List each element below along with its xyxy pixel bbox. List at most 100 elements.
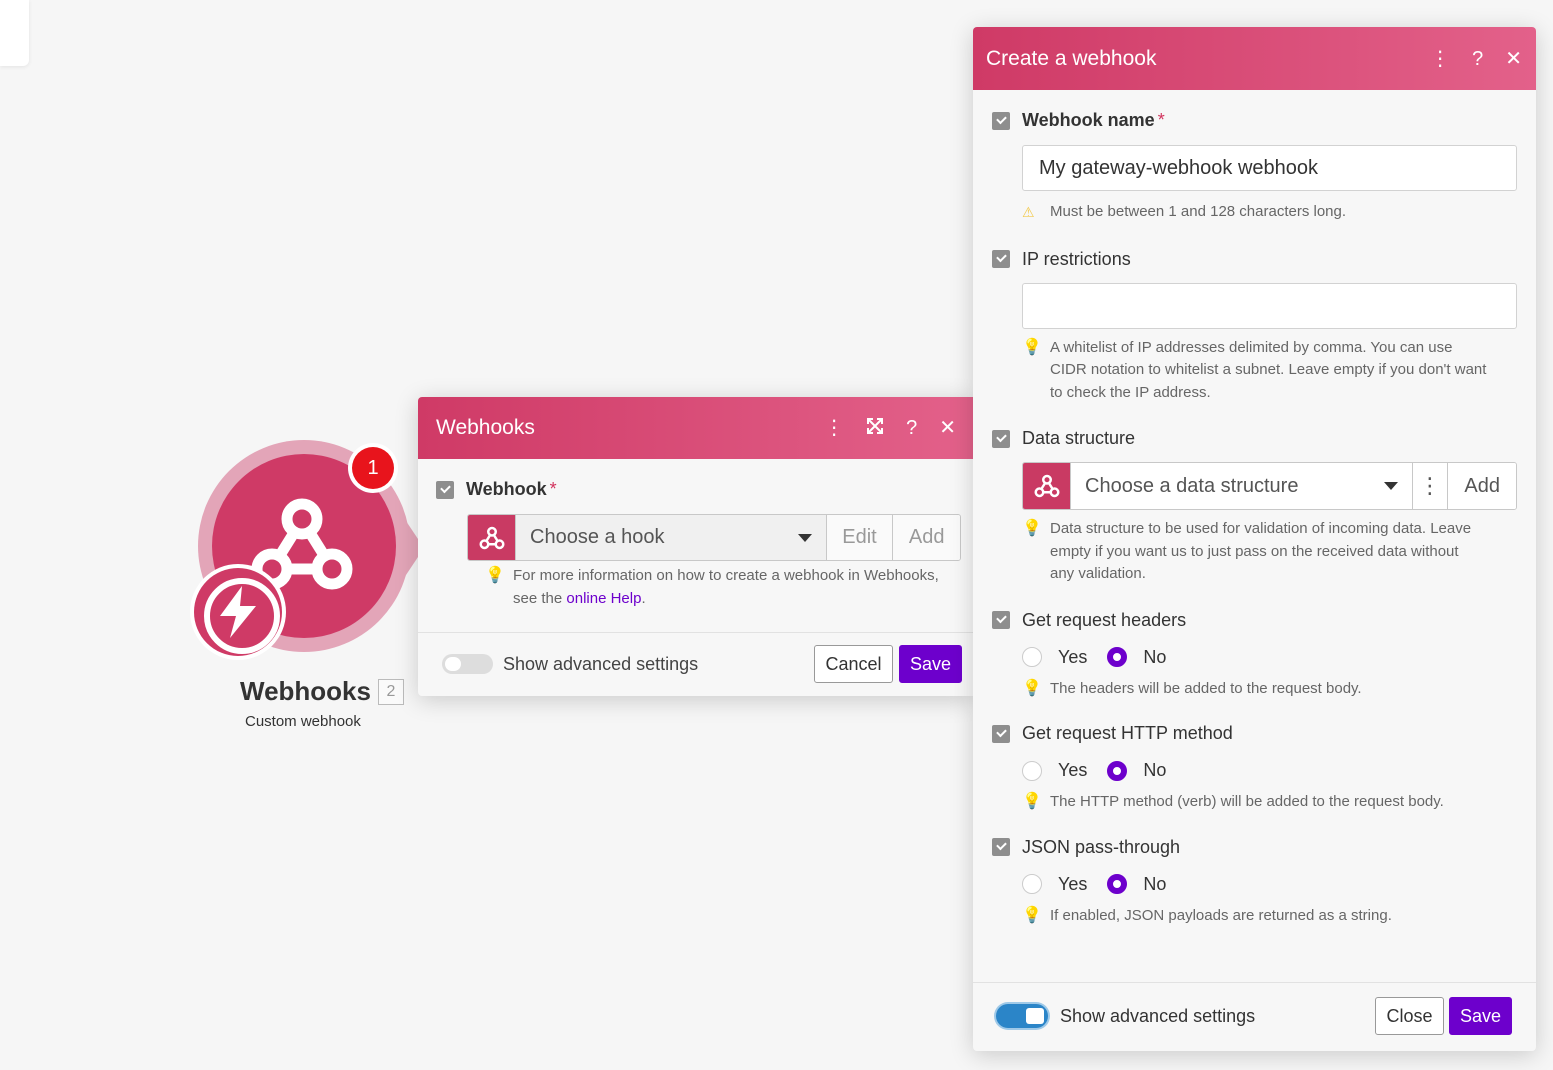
hook-select[interactable]: Choose a hook: [515, 515, 826, 560]
ip-restrictions-label: IP restrictions: [992, 249, 1517, 270]
help-text-line-1: For more information on how to create a …: [513, 567, 939, 584]
more-options-icon[interactable]: ⋮: [1430, 49, 1450, 69]
field-toggle-checkbox[interactable]: [992, 724, 1010, 743]
request-headers-hint: 💡 The headers will be added to the reque…: [1022, 678, 1517, 701]
ds-hint-line-2: empty if you want us to just pass on the…: [1050, 542, 1459, 560]
panel-header: Webhooks ⋮ ? ✕: [418, 397, 974, 459]
data-structure-select-group: Choose a data structure ⋮ Add: [1022, 462, 1517, 510]
data-structure-label: Data structure: [992, 428, 1517, 449]
field-toggle-checkbox[interactable]: [992, 429, 1010, 448]
canvas-corner-card: [0, 0, 29, 66]
required-marker: *: [549, 479, 557, 499]
request-headers-radio-group: Yes No: [1022, 647, 1517, 668]
request-method-radio-group: Yes No: [1022, 760, 1517, 781]
request-method-label-text: Get request HTTP method: [1022, 723, 1233, 743]
request-method-label: Get request HTTP method: [992, 723, 1517, 744]
module-subtitle: Custom webhook: [245, 713, 361, 730]
close-button[interactable]: Close: [1375, 997, 1444, 1035]
save-button[interactable]: Save: [1449, 997, 1512, 1035]
ip-hint-line-2: CIDR notation to whitelist a subnet. Lea…: [1050, 361, 1487, 378]
expand-icon[interactable]: [866, 417, 884, 439]
close-icon[interactable]: ✕: [939, 418, 956, 438]
webhook-icon: [468, 515, 515, 560]
edit-hook-button[interactable]: Edit: [825, 515, 893, 560]
yes-label: Yes: [1058, 646, 1088, 667]
lightbulb-icon: 💡: [1022, 906, 1042, 924]
request-headers-hint-text: The headers will be added to the request…: [1050, 679, 1362, 697]
webhooks-module[interactable]: 1 Webhooks 2 Custom webhook: [190, 438, 424, 738]
advanced-settings-toggle[interactable]: [996, 1004, 1048, 1028]
cancel-button[interactable]: Cancel: [814, 645, 893, 683]
yes-label: Yes: [1058, 873, 1088, 894]
webhook-help-hint: 💡 For more information on how to create …: [485, 565, 956, 610]
json-passthrough-hint-text: If enabled, JSON payloads are returned a…: [1050, 906, 1392, 924]
request-method-hint-text: The HTTP method (verb) will be added to …: [1050, 793, 1444, 810]
json-passthrough-label: JSON pass-through: [992, 837, 1517, 858]
lightbulb-icon: 💡: [1022, 793, 1042, 810]
panel-title: Create a webhook: [986, 46, 1157, 70]
lightbulb-icon: 💡: [1022, 338, 1042, 356]
advanced-settings-toggle[interactable]: [442, 654, 493, 674]
webhook-name-label-text: Webhook name: [1022, 110, 1155, 130]
field-toggle-checkbox[interactable]: [992, 250, 1010, 268]
request-method-yes-radio[interactable]: [1022, 760, 1042, 781]
webhook-name-hint: ⚠ Must be between 1 and 128 characters l…: [1022, 201, 1517, 224]
lightbulb-icon: 💡: [1022, 520, 1042, 537]
webhooks-settings-panel: Webhooks ⋮ ? ✕ Webhook * Choose a hook E…: [418, 397, 974, 696]
add-data-structure-button[interactable]: Add: [1447, 463, 1516, 509]
ds-hint-line-1: Data structure to be used for validation…: [1050, 520, 1472, 537]
json-passthrough-no-radio[interactable]: [1107, 874, 1128, 894]
request-method-no-radio[interactable]: [1107, 760, 1128, 781]
field-toggle-checkbox[interactable]: [436, 480, 454, 499]
data-structure-placeholder: Choose a data structure: [1085, 474, 1299, 497]
ip-restrictions-label-text: IP restrictions: [1022, 248, 1131, 269]
json-passthrough-label-text: JSON pass-through: [1022, 836, 1181, 857]
data-structure-label-text: Data structure: [1022, 428, 1136, 448]
help-text-line-2: see the: [513, 589, 563, 607]
field-toggle-checkbox[interactable]: [992, 611, 1010, 629]
json-passthrough-hint: 💡 If enabled, JSON payloads are returned…: [1022, 905, 1517, 928]
lightbulb-icon: 💡: [1022, 679, 1042, 697]
field-toggle-checkbox[interactable]: [992, 838, 1010, 856]
badge-count: 1: [352, 447, 394, 489]
save-button[interactable]: Save: [899, 645, 962, 683]
webhook-label-text: Webhook: [466, 479, 547, 499]
request-headers-no-radio[interactable]: [1107, 647, 1128, 667]
hook-select-placeholder: Choose a hook: [530, 526, 665, 548]
module-id-badge: 2: [378, 679, 404, 705]
data-structure-select[interactable]: Choose a data structure: [1070, 463, 1412, 509]
panel-title: Webhooks: [436, 416, 535, 439]
close-icon[interactable]: ✕: [1505, 49, 1522, 69]
webhook-icon: [1023, 463, 1070, 509]
json-passthrough-radio-group: Yes No: [1022, 874, 1517, 895]
advanced-settings-label: Show advanced settings: [503, 653, 699, 674]
webhook-name-hint-text: Must be between 1 and 128 characters lon…: [1050, 203, 1347, 220]
field-toggle-checkbox[interactable]: [992, 111, 1010, 130]
add-hook-button[interactable]: Add: [892, 515, 960, 560]
json-passthrough-yes-radio[interactable]: [1022, 874, 1042, 894]
more-options-icon[interactable]: ⋮: [824, 418, 844, 438]
hook-select-group: Choose a hook Edit Add: [467, 514, 961, 561]
ds-hint-line-3: any validation.: [1050, 565, 1146, 582]
advanced-settings-label: Show advanced settings: [1060, 1005, 1256, 1026]
webhook-field-label: Webhook *: [436, 479, 956, 500]
request-headers-yes-radio[interactable]: [1022, 647, 1042, 667]
error-count-badge[interactable]: 1: [348, 443, 398, 493]
data-structure-hint: 💡 Data structure to be used for validati…: [1022, 518, 1517, 586]
webhook-name-label: Webhook name *: [992, 110, 1517, 131]
online-help-link[interactable]: online Help: [566, 590, 641, 607]
help-icon[interactable]: ?: [906, 418, 917, 438]
ip-restrictions-hint: 💡 A whitelist of IP addresses delimited …: [1022, 337, 1517, 405]
webhook-name-input[interactable]: [1022, 145, 1517, 191]
ip-hint-line-3: to check the IP address.: [1050, 383, 1211, 401]
no-label: No: [1143, 873, 1167, 894]
request-headers-label: Get request headers: [992, 610, 1517, 631]
chevron-down-icon: [1383, 482, 1398, 490]
lightning-icon: [220, 586, 256, 638]
ip-hint-line-1: A whitelist of IP addresses delimited by…: [1050, 338, 1453, 356]
trigger-indicator: [190, 564, 286, 660]
help-icon[interactable]: ?: [1472, 49, 1483, 69]
lightbulb-icon: 💡: [485, 567, 505, 584]
ip-restrictions-input[interactable]: [1022, 282, 1517, 329]
data-structure-more-button[interactable]: ⋮: [1411, 463, 1448, 509]
